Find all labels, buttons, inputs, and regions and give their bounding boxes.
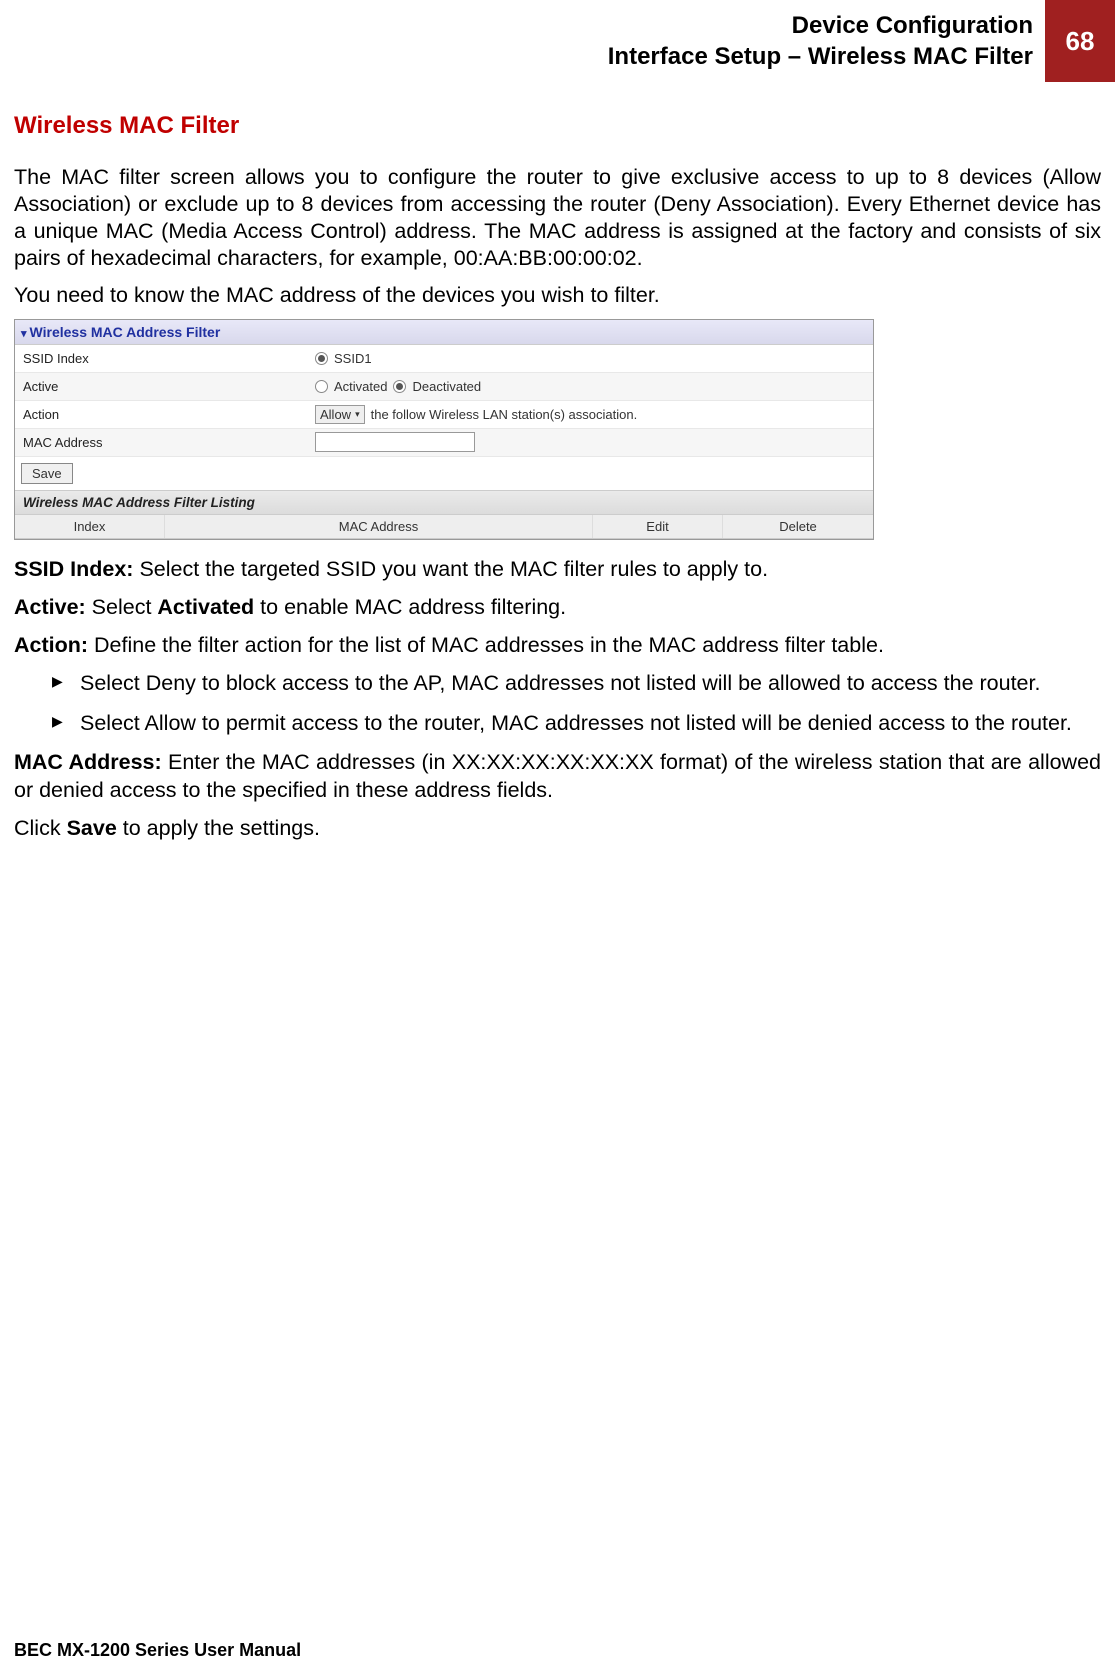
save-button[interactable]: Save (21, 463, 73, 484)
def-action: Action: Define the filter action for the… (14, 632, 1101, 660)
col-mac: MAC Address (165, 515, 593, 538)
listing-header: Index MAC Address Edit Delete (15, 515, 873, 539)
mac-address-input[interactable] (315, 432, 475, 452)
def-ssid: SSID Index: Select the targeted SSID you… (14, 556, 1101, 584)
activated-radio[interactable] (315, 380, 328, 393)
page-header: Device Configuration Interface Setup – W… (0, 0, 1115, 82)
mac-address-label: MAC Address (15, 435, 315, 450)
def-mac: MAC Address: Enter the MAC addresses (in… (14, 749, 1101, 805)
deactivated-radio[interactable] (393, 380, 406, 393)
intro-paragraph-1: The MAC filter screen allows you to conf… (14, 164, 1101, 272)
bullet-deny: Select Deny to block access to the AP, M… (52, 670, 1101, 698)
header-line2: Interface Setup – Wireless MAC Filter (608, 41, 1033, 72)
action-label: Action (15, 407, 315, 422)
footer-text: BEC MX-1200 Series User Manual (14, 1640, 301, 1661)
config-screenshot: Wireless MAC Address Filter SSID Index S… (14, 319, 874, 540)
section-title: Wireless MAC Filter (14, 112, 1101, 140)
def-save: Click Save to apply the settings. (14, 815, 1101, 843)
ssid-index-label: SSID Index (15, 351, 315, 366)
listing-title: Wireless MAC Address Filter Listing (15, 490, 873, 515)
page-number: 68 (1045, 0, 1115, 82)
panel-title: Wireless MAC Address Filter (15, 320, 873, 345)
activated-text: Activated (334, 379, 387, 394)
intro-paragraph-2: You need to know the MAC address of the … (14, 282, 1101, 309)
deactivated-text: Deactivated (412, 379, 481, 394)
active-label: Active (15, 379, 315, 394)
header-line1: Device Configuration (608, 10, 1033, 41)
col-edit: Edit (593, 515, 723, 538)
col-delete: Delete (723, 515, 873, 538)
ssid1-radio[interactable] (315, 352, 328, 365)
action-desc: the follow Wireless LAN station(s) assoc… (371, 407, 638, 422)
bullet-allow: Select Allow to permit access to the rou… (52, 710, 1101, 738)
col-index: Index (15, 515, 165, 538)
ssid1-text: SSID1 (334, 351, 372, 366)
def-active: Active: Select Activated to enable MAC a… (14, 594, 1101, 622)
action-bullets: Select Deny to block access to the AP, M… (14, 670, 1101, 738)
action-select[interactable]: Allow (315, 405, 365, 424)
